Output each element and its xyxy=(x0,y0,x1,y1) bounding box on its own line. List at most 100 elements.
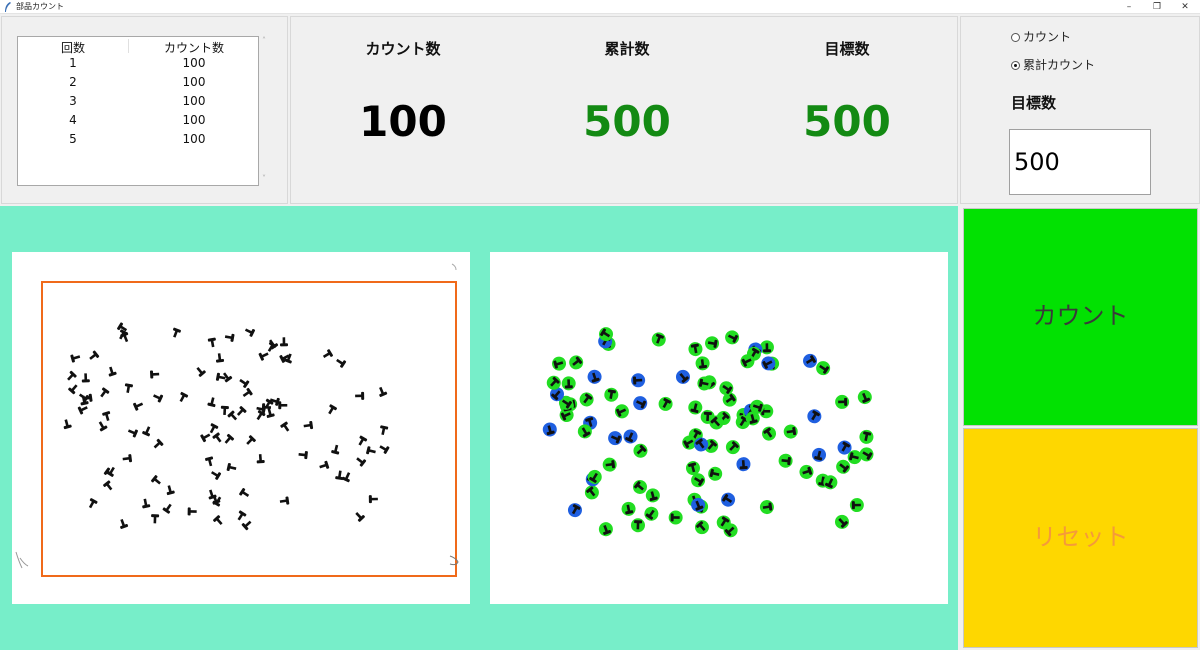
close-button[interactable]: ✕ xyxy=(1170,0,1200,14)
part-silhouette xyxy=(368,495,378,504)
cell-round: 5 xyxy=(69,132,77,146)
part-silhouette xyxy=(331,444,340,455)
count-button[interactable]: カウント xyxy=(963,208,1198,426)
part-silhouette xyxy=(341,472,351,483)
detected-part xyxy=(579,392,594,407)
table-row[interactable]: 2 100 xyxy=(18,75,258,94)
part-silhouette xyxy=(303,421,314,430)
part-silhouette xyxy=(355,512,365,522)
table-row[interactable]: 1 100 xyxy=(18,56,258,75)
detection-image xyxy=(542,327,874,538)
part-silhouette xyxy=(266,408,275,418)
part-silhouette xyxy=(379,386,388,397)
part-silhouette xyxy=(162,503,172,514)
detected-part xyxy=(598,522,613,537)
part-silhouette xyxy=(212,432,222,443)
chevron-down-icon[interactable]: ˅ xyxy=(262,174,266,183)
detected-cluster xyxy=(675,369,690,384)
part-silhouette xyxy=(211,471,222,480)
part-silhouette xyxy=(267,341,277,352)
part-silhouette xyxy=(89,350,100,360)
history-list-header: 回数 カウント数 xyxy=(18,37,258,56)
window-title: 部品カウント xyxy=(16,2,64,11)
part-silhouette xyxy=(328,404,337,415)
part-silhouette xyxy=(142,498,151,509)
detected-part xyxy=(645,488,660,503)
part-silhouette xyxy=(322,349,333,359)
radio-selected-icon xyxy=(1011,61,1020,70)
detected-part xyxy=(759,500,774,515)
part-silhouette xyxy=(77,406,88,415)
detected-cluster xyxy=(807,409,822,424)
part-silhouette xyxy=(358,435,368,446)
minimize-button[interactable]: – xyxy=(1114,0,1144,14)
part-silhouette xyxy=(366,446,376,455)
history-list[interactable]: 回数 カウント数 1 100 2 100 3 100 4 100 5 100 xyxy=(17,36,259,186)
table-row[interactable]: 4 100 xyxy=(18,113,258,132)
detected-part xyxy=(849,498,864,513)
detected-part xyxy=(705,336,720,351)
cell-count: 100 xyxy=(182,75,206,89)
detected-part xyxy=(688,400,703,415)
radio-count-mode[interactable]: カウント xyxy=(1011,29,1071,45)
window-titlebar: 部品カウント – ❐ ✕ xyxy=(0,0,1200,14)
part-silhouette xyxy=(258,352,269,361)
radio-cumulative-mode[interactable]: 累計カウント xyxy=(1011,57,1095,73)
part-silhouette xyxy=(68,384,78,395)
detected-part xyxy=(644,506,659,521)
target-input[interactable] xyxy=(1009,129,1151,195)
part-silhouette xyxy=(151,514,160,524)
part-silhouette xyxy=(224,433,235,444)
total-label: 累計数 xyxy=(604,40,650,58)
detected-cluster xyxy=(812,447,827,462)
part-silhouette xyxy=(200,433,211,443)
detected-cluster xyxy=(631,373,646,388)
part-silhouette xyxy=(150,475,161,485)
part-silhouette xyxy=(120,518,129,529)
detected-part xyxy=(762,426,777,441)
part-silhouette xyxy=(153,438,164,449)
part-silhouette xyxy=(142,426,151,437)
part-silhouette xyxy=(122,454,133,463)
part-silhouette xyxy=(336,358,347,368)
detected-part xyxy=(630,518,645,533)
radio-count-label: カウント xyxy=(1023,30,1072,44)
detected-cluster xyxy=(721,492,736,507)
part-silhouette xyxy=(215,353,225,363)
reset-button[interactable]: リセット xyxy=(963,428,1198,648)
part-silhouette xyxy=(207,397,216,408)
detected-cluster xyxy=(608,431,623,446)
part-silhouette xyxy=(380,425,389,436)
table-row[interactable]: 3 100 xyxy=(18,94,258,113)
part-silhouette xyxy=(173,327,181,338)
column-header-round[interactable]: 回数 xyxy=(18,39,128,56)
column-header-count[interactable]: カウント数 xyxy=(129,39,259,56)
part-silhouette xyxy=(81,373,90,383)
part-silhouette xyxy=(88,498,98,509)
detected-part xyxy=(694,520,709,535)
part-silhouette xyxy=(213,515,223,525)
chevron-up-icon[interactable]: ˄ xyxy=(262,36,266,45)
source-image-panel[interactable] xyxy=(12,252,470,604)
part-silhouette xyxy=(298,451,308,460)
radio-unselected-icon xyxy=(1011,33,1020,42)
cell-count: 100 xyxy=(182,94,206,108)
part-silhouette xyxy=(166,485,175,496)
detected-part xyxy=(835,394,850,409)
detected-part xyxy=(695,356,710,371)
cell-round: 1 xyxy=(69,56,77,70)
part-silhouette xyxy=(127,429,138,438)
part-silhouette xyxy=(241,520,252,531)
part-silhouette xyxy=(356,457,367,467)
part-silhouette xyxy=(133,402,144,411)
detected-cluster xyxy=(623,429,638,444)
part-silhouette xyxy=(179,391,189,403)
detected-part xyxy=(725,330,740,345)
detected-part xyxy=(614,404,629,419)
detected-part xyxy=(668,510,683,525)
maximize-button[interactable]: ❐ xyxy=(1142,0,1172,14)
detected-cluster xyxy=(736,457,751,472)
detected-part xyxy=(604,387,619,402)
detection-image-panel[interactable] xyxy=(490,252,948,604)
table-row[interactable]: 5 100 xyxy=(18,132,258,151)
